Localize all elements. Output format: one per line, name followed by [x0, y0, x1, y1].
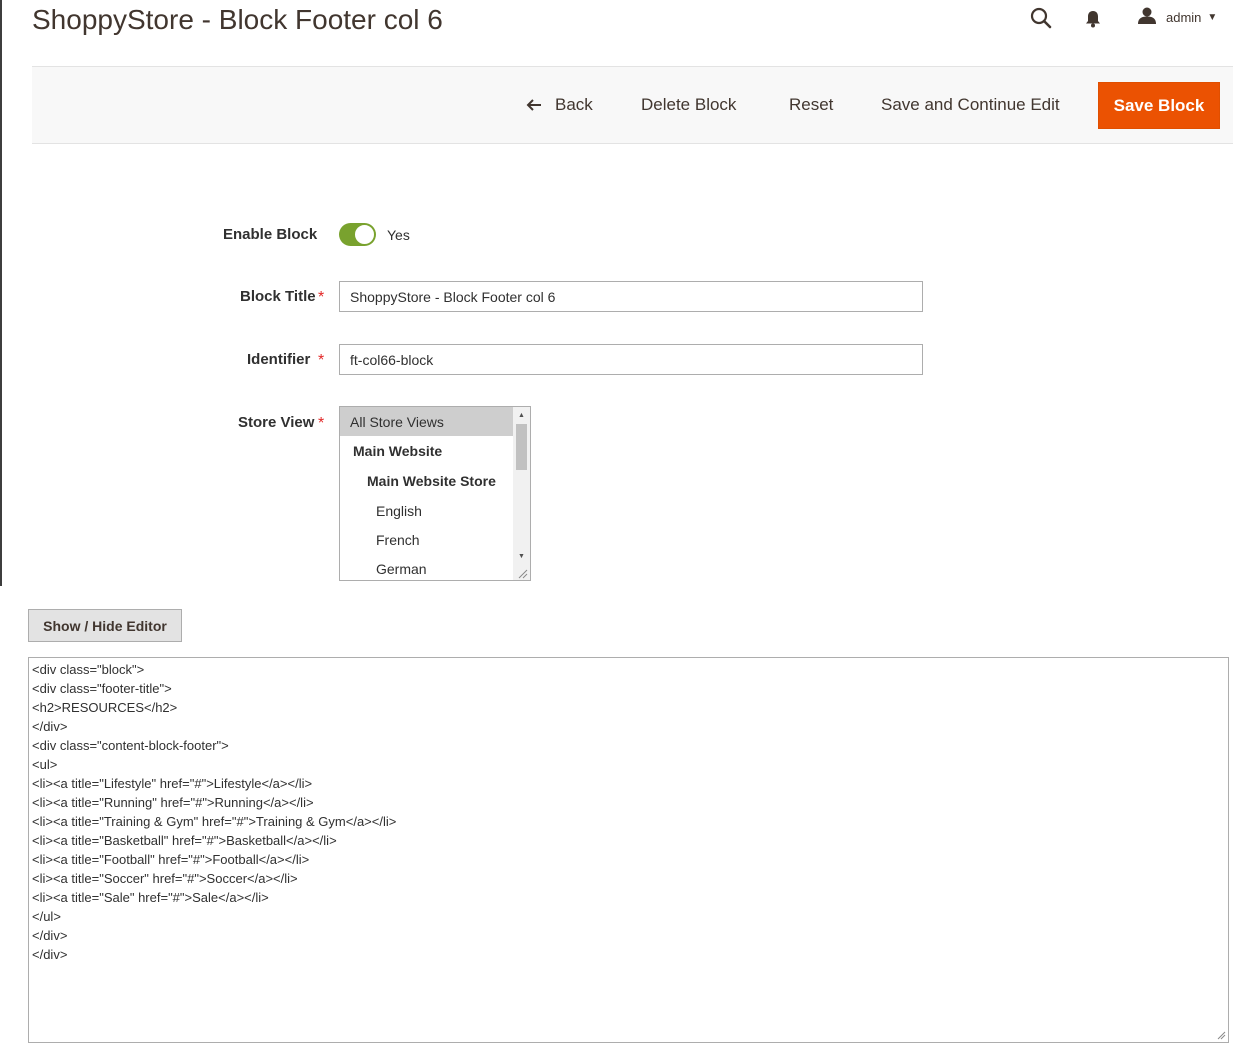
multiselect-scrollbar[interactable]: ▲ ▼ — [513, 407, 530, 580]
code-line: <li><a title="Sale" href="#">Sale</a></l… — [32, 890, 269, 905]
left-edge-border — [0, 0, 2, 586]
required-marker: * — [318, 352, 325, 369]
back-button[interactable]: Back — [526, 67, 593, 143]
chevron-down-icon: ▼ — [1207, 11, 1218, 23]
required-marker: * — [318, 289, 325, 306]
code-line: <li><a title="Running" href="#">Running<… — [32, 795, 314, 810]
code-line: <li><a title="Lifestyle" href="#">Lifest… — [32, 776, 313, 791]
block-content-textarea[interactable]: <div class="block"> <div class="footer-ti… — [28, 657, 1229, 1043]
enable-block-label: Enable Block — [223, 226, 318, 243]
scroll-down-arrow-icon[interactable]: ▼ — [513, 548, 530, 564]
bell-icon[interactable] — [1085, 10, 1101, 33]
code-line: <div class="block"> — [32, 662, 145, 677]
scroll-up-arrow-icon[interactable]: ▲ — [513, 407, 530, 423]
code-line: <div class="content-block-footer"> — [32, 738, 229, 753]
store-view-option-english[interactable]: English — [340, 496, 513, 525]
user-icon — [1138, 7, 1156, 27]
enable-block-toggle[interactable] — [339, 223, 376, 246]
code-line: <li><a title="Soccer" href="#">Soccer</a… — [32, 871, 298, 886]
back-button-label: Back — [555, 95, 593, 114]
store-view-option-main-website[interactable]: Main Website — [340, 436, 513, 465]
enable-block-value: Yes — [387, 227, 410, 243]
code-line: </div> — [32, 928, 68, 943]
page-title: ShoppyStore - Block Footer col 6 — [32, 4, 443, 35]
code-line: <h2>RESOURCES</h2> — [32, 700, 178, 715]
toggle-knob — [354, 224, 375, 245]
required-marker: * — [318, 415, 325, 432]
resize-grip-icon[interactable] — [513, 564, 530, 580]
code-line: </div> — [32, 719, 68, 734]
store-view-option-german[interactable]: German — [340, 554, 513, 580]
store-view-option-french[interactable]: French — [340, 525, 513, 554]
scroll-thumb[interactable] — [516, 424, 527, 470]
code-lines: <div class="block"> <div class="footer-ti… — [32, 660, 1225, 964]
code-line: <li><a title="Football" href="#">Footbal… — [32, 852, 310, 867]
block-title-input[interactable] — [339, 281, 923, 312]
store-view-option-all[interactable]: All Store Views — [340, 407, 513, 436]
show-hide-editor-button[interactable]: Show / Hide Editor — [28, 609, 182, 642]
code-line: <div class="footer-title"> — [32, 681, 172, 696]
delete-block-button[interactable]: Delete Block — [641, 67, 736, 143]
search-icon[interactable] — [1030, 7, 1052, 34]
identifier-input[interactable] — [339, 344, 923, 375]
code-line: </ul> — [32, 909, 61, 924]
code-line: <li><a title="Basketball" href="#">Baske… — [32, 833, 337, 848]
store-view-multiselect[interactable]: All Store Views Main Website Main Websit… — [339, 406, 531, 581]
store-view-option-main-store[interactable]: Main Website Store — [340, 466, 513, 495]
code-line: <li><a title="Training & Gym" href="#">T… — [32, 814, 397, 829]
block-title-label: Block Title — [240, 288, 316, 305]
admin-user-menu[interactable]: admin ▼ — [1138, 7, 1217, 27]
code-line: </div> — [32, 947, 68, 962]
save-block-button[interactable]: Save Block — [1098, 82, 1220, 129]
identifier-label: Identifier — [247, 351, 311, 368]
arrow-left-icon — [526, 99, 542, 111]
admin-username: admin — [1166, 9, 1202, 25]
store-view-label: Store View — [238, 414, 315, 431]
resize-grip-icon[interactable] — [1216, 1030, 1226, 1040]
save-and-continue-button[interactable]: Save and Continue Edit — [881, 67, 1060, 143]
reset-button[interactable]: Reset — [789, 67, 833, 143]
page-actions-bar: Back Delete Block Reset Save and Continu… — [32, 66, 1233, 144]
code-line: <ul> — [32, 757, 58, 772]
